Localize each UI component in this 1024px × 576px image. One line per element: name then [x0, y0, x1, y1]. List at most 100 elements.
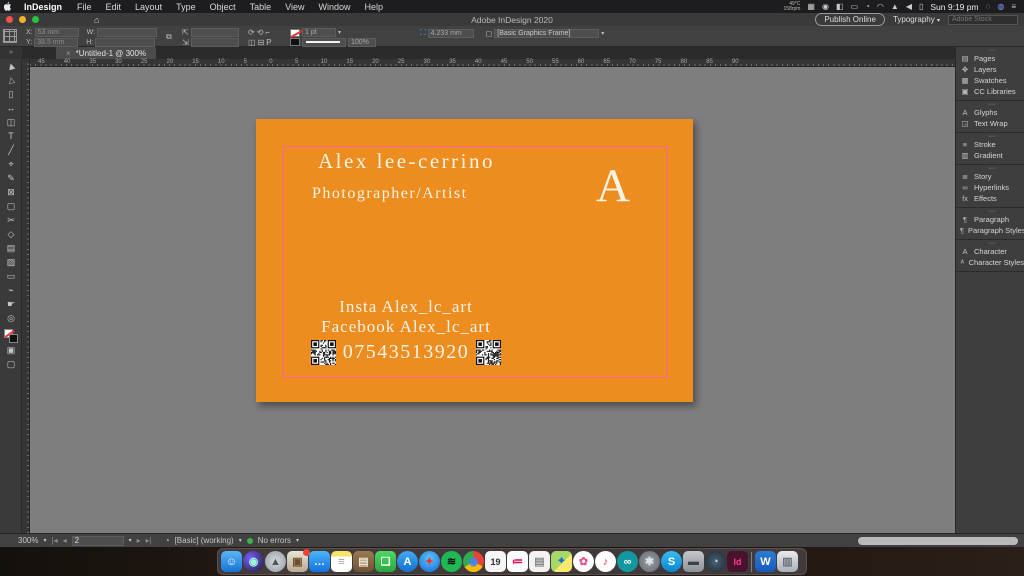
dock-system-preferences[interactable]: ✱: [639, 551, 660, 572]
dock-siri[interactable]: ◉: [243, 551, 264, 572]
home-icon[interactable]: ⌂: [94, 15, 99, 25]
dock-maps[interactable]: ⌖: [551, 551, 572, 572]
corner-radius-field[interactable]: 4.233 mm: [428, 29, 474, 38]
wifi-icon[interactable]: ◠: [877, 2, 884, 11]
vertical-ruler[interactable]: [22, 59, 30, 533]
card-role-text[interactable]: Photographer/Artist: [312, 185, 468, 203]
preflight-preset[interactable]: [Basic] (working): [175, 536, 234, 545]
rectangle-frame-tool[interactable]: ⊠: [0, 185, 22, 199]
y-field[interactable]: 38.5 mm: [34, 38, 78, 47]
panel-character[interactable]: ACharacter: [960, 246, 1024, 257]
notification-center-icon[interactable]: ≡: [1011, 2, 1016, 11]
qr-code-right[interactable]: [476, 340, 501, 365]
preflight-icon[interactable]: ◔: [165, 536, 170, 545]
display-icon[interactable]: ▭: [851, 2, 859, 11]
nav-next-page[interactable]: ▸: [137, 536, 141, 545]
rotate-90-icon[interactable]: ⌐: [265, 28, 270, 37]
panel-hyperlinks[interactable]: ∞Hyperlinks: [960, 182, 1024, 193]
workspace-switcher[interactable]: Typography ▾: [893, 15, 940, 24]
line-tool[interactable]: ╱: [0, 143, 22, 157]
scissors-tool[interactable]: ✂: [0, 213, 22, 227]
w-field[interactable]: [97, 28, 157, 37]
note-tool[interactable]: ▭: [0, 269, 22, 283]
card-phone-text[interactable]: 07543513920: [343, 341, 470, 364]
flip-horizontal-icon[interactable]: ◫: [248, 38, 256, 47]
card-name-text[interactable]: Alex lee-cerrino: [318, 149, 495, 174]
nav-last-page[interactable]: ▸|: [146, 536, 152, 545]
spotlight-search-icon[interactable]: ◌: [986, 2, 991, 11]
menu-item-layout[interactable]: Layout: [128, 2, 169, 12]
eject-icon[interactable]: ▲: [891, 2, 899, 11]
menu-app-name[interactable]: InDesign: [16, 2, 70, 12]
horizontal-ruler[interactable]: 4540353025201510505101520253035404550556…: [30, 59, 955, 67]
panel-glyphs[interactable]: AGlyphs: [960, 107, 1024, 118]
selection-tool[interactable]: ▶: [0, 59, 22, 73]
constrain-proportions-icon[interactable]: ⧉: [166, 32, 172, 42]
nav-first-page[interactable]: |◂: [51, 536, 57, 545]
publish-online-button[interactable]: Publish Online: [815, 13, 885, 26]
battery-icon[interactable]: ▯: [919, 2, 923, 11]
card-monogram[interactable]: A: [596, 159, 630, 213]
business-card-page[interactable]: Alex lee-cerrino Photographer/Artist A I…: [256, 119, 693, 402]
gradient-swatch-tool[interactable]: ▤: [0, 241, 22, 255]
window-zoom-button[interactable]: [32, 16, 39, 23]
menu-item-help[interactable]: Help: [358, 2, 391, 12]
free-transform-tool[interactable]: ◇: [0, 227, 22, 241]
card-instagram-text[interactable]: Insta Alex_lc_art: [256, 297, 556, 317]
preset-dropdown-icon[interactable]: ▾: [239, 537, 242, 544]
fill-swatch[interactable]: [290, 29, 300, 37]
screen-mode-button[interactable]: ▢: [0, 357, 22, 371]
tab-close-icon[interactable]: ×: [66, 49, 71, 58]
page-number-field[interactable]: [72, 536, 124, 546]
gradient-feather-tool[interactable]: ▨: [0, 255, 22, 269]
card-facebook-text[interactable]: Facebook Alex_lc_art: [256, 317, 556, 337]
x-field[interactable]: 53 mm: [35, 28, 79, 37]
panel-effects[interactable]: fxEffects: [960, 193, 1024, 204]
eyedropper-tool[interactable]: ⌁: [0, 283, 22, 297]
dock-chrome[interactable]: ◉: [463, 551, 484, 572]
tools-panel-collapse[interactable]: »: [0, 47, 22, 59]
errors-dropdown-icon[interactable]: ▾: [296, 537, 299, 544]
stroke-swatch[interactable]: [290, 38, 300, 46]
direct-selection-tool[interactable]: ▷: [0, 73, 22, 87]
horizontal-scrollbar-thumb[interactable]: [858, 537, 1018, 545]
panel-pages[interactable]: ▤Pages: [960, 53, 1024, 64]
istat-menus-widget[interactable]: 49°C158rpm: [783, 2, 800, 12]
scale-y-field[interactable]: [191, 38, 239, 47]
corner-options-icon[interactable]: ⛶: [420, 28, 426, 38]
qr-code-left[interactable]: [311, 340, 336, 365]
dock-indesign[interactable]: Id: [727, 551, 748, 572]
dock-trash[interactable]: ▥: [777, 551, 798, 572]
volume-icon[interactable]: ◀: [906, 2, 912, 11]
zoom-level[interactable]: 300%: [18, 536, 38, 545]
object-style-dropdown[interactable]: [Basic Graphics Frame]: [494, 29, 599, 38]
stroke-weight-dropdown-icon[interactable]: ▾: [338, 29, 341, 36]
dock-messages[interactable]: …: [309, 551, 330, 572]
dock-notes[interactable]: ≡: [331, 551, 352, 572]
document-tab[interactable]: × *Untitled-1 @ 300%: [56, 47, 156, 59]
dock-word[interactable]: W: [755, 551, 776, 572]
dock-skype[interactable]: S: [661, 551, 682, 572]
dock-external-drive[interactable]: ▬: [683, 551, 704, 572]
adobe-stock-search-input[interactable]: [948, 15, 1018, 25]
zoom-tool[interactable]: ◎: [0, 311, 22, 325]
dock-safari[interactable]: ✦: [419, 551, 440, 572]
menu-item-table[interactable]: Table: [243, 2, 279, 12]
pasteboard[interactable]: Alex lee-cerrino Photographer/Artist A I…: [30, 67, 955, 533]
hand-tool[interactable]: ☛: [0, 297, 22, 311]
panel-swatches[interactable]: ▦Swatches: [960, 75, 1024, 86]
panel-paragraph-styles[interactable]: ¶Paragraph Styles: [960, 225, 1024, 236]
panel-gradient[interactable]: ▥Gradient: [960, 150, 1024, 161]
panel-cc-libraries[interactable]: ▣CC Libraries: [960, 86, 1024, 97]
dock-textedit[interactable]: ▤: [529, 551, 550, 572]
stroke-weight-field[interactable]: 1 pt: [302, 28, 336, 37]
dock-music[interactable]: ♪: [595, 551, 616, 572]
orb-icon[interactable]: ◉: [822, 2, 829, 11]
time-machine-icon[interactable]: ◔: [865, 2, 870, 11]
page-tool[interactable]: ▯: [0, 87, 22, 101]
no-errors-label[interactable]: No errors: [258, 536, 291, 545]
menu-item-file[interactable]: File: [70, 2, 99, 12]
flip-vertical-icon[interactable]: ⊟: [258, 38, 265, 47]
panel-character-styles[interactable]: ᴬCharacter Styles: [960, 257, 1024, 268]
shear-icon[interactable]: ⟲: [257, 28, 264, 37]
